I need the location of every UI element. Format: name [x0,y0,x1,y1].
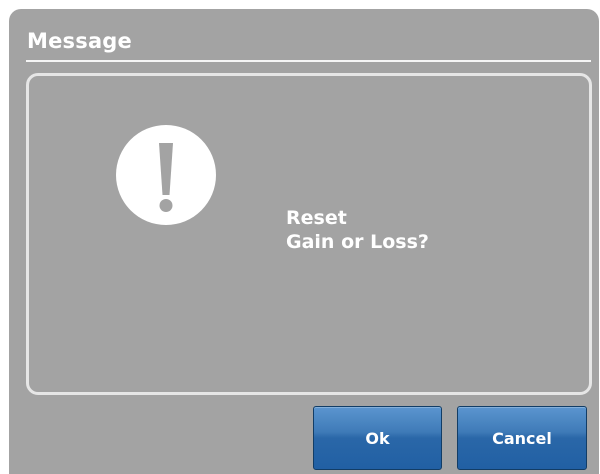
message-line-1: Reset [286,207,347,229]
message-dialog: Message Reset Gain or Loss? Ok Cancel [9,9,599,474]
cancel-button-label: Cancel [492,428,552,448]
ok-button[interactable]: Ok [313,406,442,470]
dialog-message: Reset Gain or Loss? [286,206,429,254]
title-divider [26,60,591,62]
exclamation-icon [116,125,216,225]
cancel-button[interactable]: Cancel [457,406,587,470]
dialog-title: Message [27,29,132,53]
ok-button-label: Ok [365,428,390,448]
message-line-2: Gain or Loss? [286,231,429,253]
